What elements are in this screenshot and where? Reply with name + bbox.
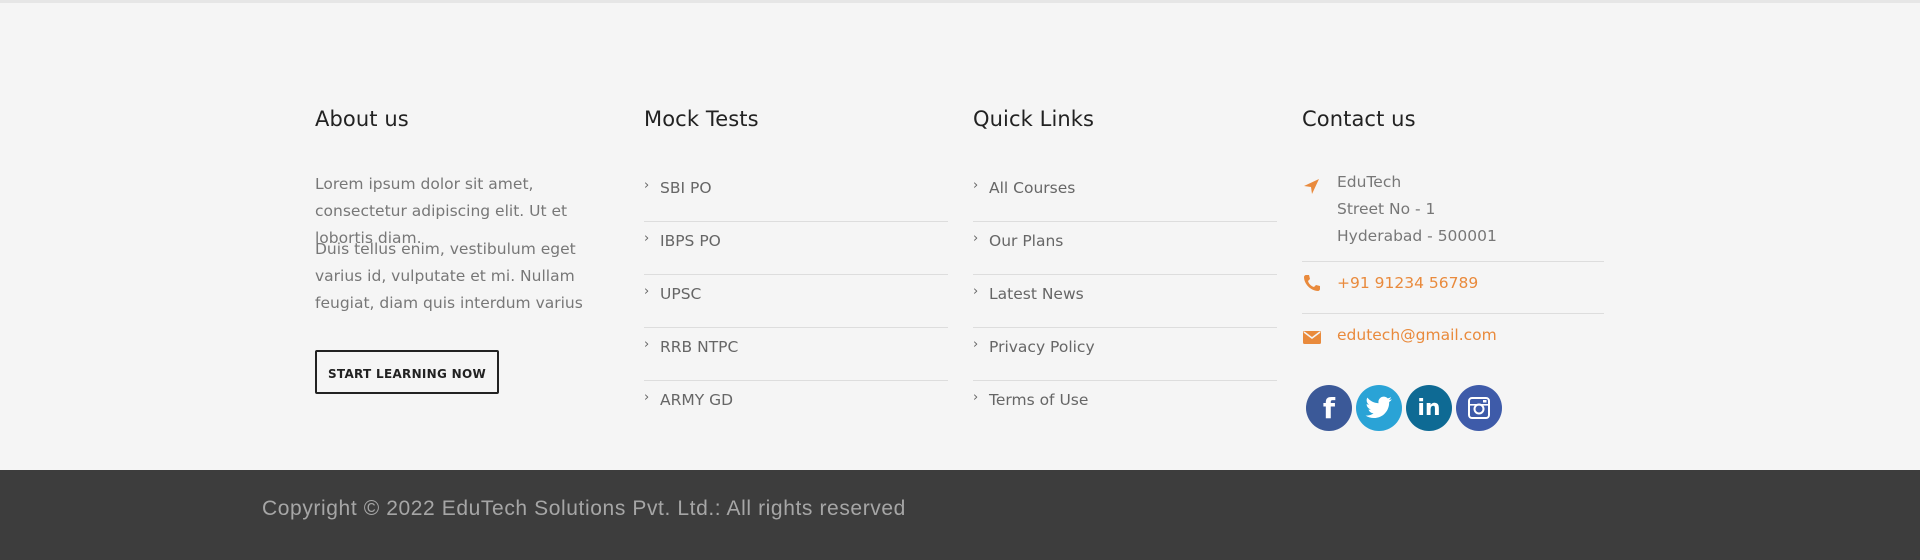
chevron-right-icon: › bbox=[973, 231, 979, 246]
quick-links-title: Quick Links bbox=[973, 107, 1095, 131]
chevron-right-icon: › bbox=[973, 337, 979, 352]
chevron-right-icon: › bbox=[973, 390, 979, 405]
email-link[interactable]: edutech@gmail.com bbox=[1337, 326, 1497, 344]
instagram-icon[interactable] bbox=[1456, 385, 1502, 431]
list-item[interactable]: › Privacy Policy bbox=[973, 328, 1277, 381]
list-item[interactable]: › Latest News bbox=[973, 275, 1277, 328]
footer-main: About us Lorem ipsum dolor sit amet, con… bbox=[0, 3, 1920, 470]
location-arrow-icon bbox=[1304, 179, 1319, 194]
mock-tests-list: › SBI PO › IBPS PO › UPSC › RRB NTPC › ARMY G… bbox=[644, 169, 948, 433]
address-line: EduTech bbox=[1337, 173, 1402, 191]
quick-link[interactable]: Latest News bbox=[989, 285, 1084, 303]
quick-links-column: Quick Links › All Courses › Our Plans › Lat… bbox=[973, 107, 1277, 409]
mock-test-link[interactable]: IBPS PO bbox=[660, 232, 721, 250]
about-title: About us bbox=[315, 107, 409, 131]
chevron-right-icon: › bbox=[644, 390, 650, 405]
phone-link[interactable]: +91 91234 56789 bbox=[1337, 274, 1478, 292]
list-item[interactable]: › RRB NTPC bbox=[644, 328, 948, 381]
quick-link[interactable]: Terms of Use bbox=[989, 391, 1088, 409]
start-learning-button[interactable]: START LEARNING NOW bbox=[315, 350, 499, 394]
quick-links-list: › All Courses › Our Plans › Latest News › Pr… bbox=[973, 169, 1277, 433]
mock-test-link[interactable]: ARMY GD bbox=[660, 391, 733, 409]
envelope-icon bbox=[1303, 331, 1321, 344]
facebook-icon[interactable]: f bbox=[1306, 385, 1352, 431]
chevron-right-icon: › bbox=[644, 178, 650, 193]
list-item[interactable]: › IBPS PO bbox=[644, 222, 948, 275]
mock-test-link[interactable]: UPSC bbox=[660, 285, 701, 303]
contact-column: Contact us EduTech Street No - 1 Hyderab… bbox=[1302, 107, 1604, 431]
address-line: Street No - 1 bbox=[1337, 200, 1436, 218]
chevron-right-icon: › bbox=[973, 178, 979, 193]
copyright-text: Copyright © 2022 EduTech Solutions Pvt. … bbox=[262, 497, 906, 520]
list-item[interactable]: › UPSC bbox=[644, 275, 948, 328]
contact-title: Contact us bbox=[1302, 107, 1416, 131]
quick-link[interactable]: All Courses bbox=[989, 179, 1075, 197]
list-item[interactable]: › ARMY GD bbox=[644, 381, 948, 433]
chevron-right-icon: › bbox=[644, 337, 650, 352]
list-item[interactable]: › SBI PO bbox=[644, 169, 948, 222]
contact-address: EduTech Street No - 1 Hyderabad - 500001 bbox=[1302, 169, 1604, 262]
list-item[interactable]: › Terms of Use bbox=[973, 381, 1277, 433]
mock-test-link[interactable]: RRB NTPC bbox=[660, 338, 738, 356]
chevron-right-icon: › bbox=[644, 284, 650, 299]
address-line: Hyderabad - 500001 bbox=[1337, 227, 1497, 245]
chevron-right-icon: › bbox=[973, 284, 979, 299]
mock-tests-column: Mock Tests › SBI PO › IBPS PO › UPSC › RRB N… bbox=[644, 107, 948, 409]
linkedin-icon[interactable]: in bbox=[1406, 385, 1452, 431]
quick-link[interactable]: Privacy Policy bbox=[989, 338, 1095, 356]
list-item[interactable]: › All Courses bbox=[973, 169, 1277, 222]
quick-link[interactable]: Our Plans bbox=[989, 232, 1063, 250]
chevron-right-icon: › bbox=[644, 231, 650, 246]
about-paragraph-2: Duis tellus enim, vestibulum eget varius… bbox=[315, 240, 583, 312]
contact-email: edutech@gmail.com bbox=[1302, 313, 1604, 365]
contact-phone: +91 91234 56789 bbox=[1302, 261, 1604, 314]
copyright-bar: Copyright © 2022 EduTech Solutions Pvt. … bbox=[0, 470, 1920, 560]
list-item[interactable]: › Our Plans bbox=[973, 222, 1277, 275]
twitter-icon[interactable] bbox=[1356, 385, 1402, 431]
mock-tests-title: Mock Tests bbox=[644, 107, 759, 131]
about-column: About us Lorem ipsum dolor sit amet, con… bbox=[315, 107, 615, 394]
mock-test-link[interactable]: SBI PO bbox=[660, 179, 712, 197]
phone-icon bbox=[1304, 275, 1320, 291]
